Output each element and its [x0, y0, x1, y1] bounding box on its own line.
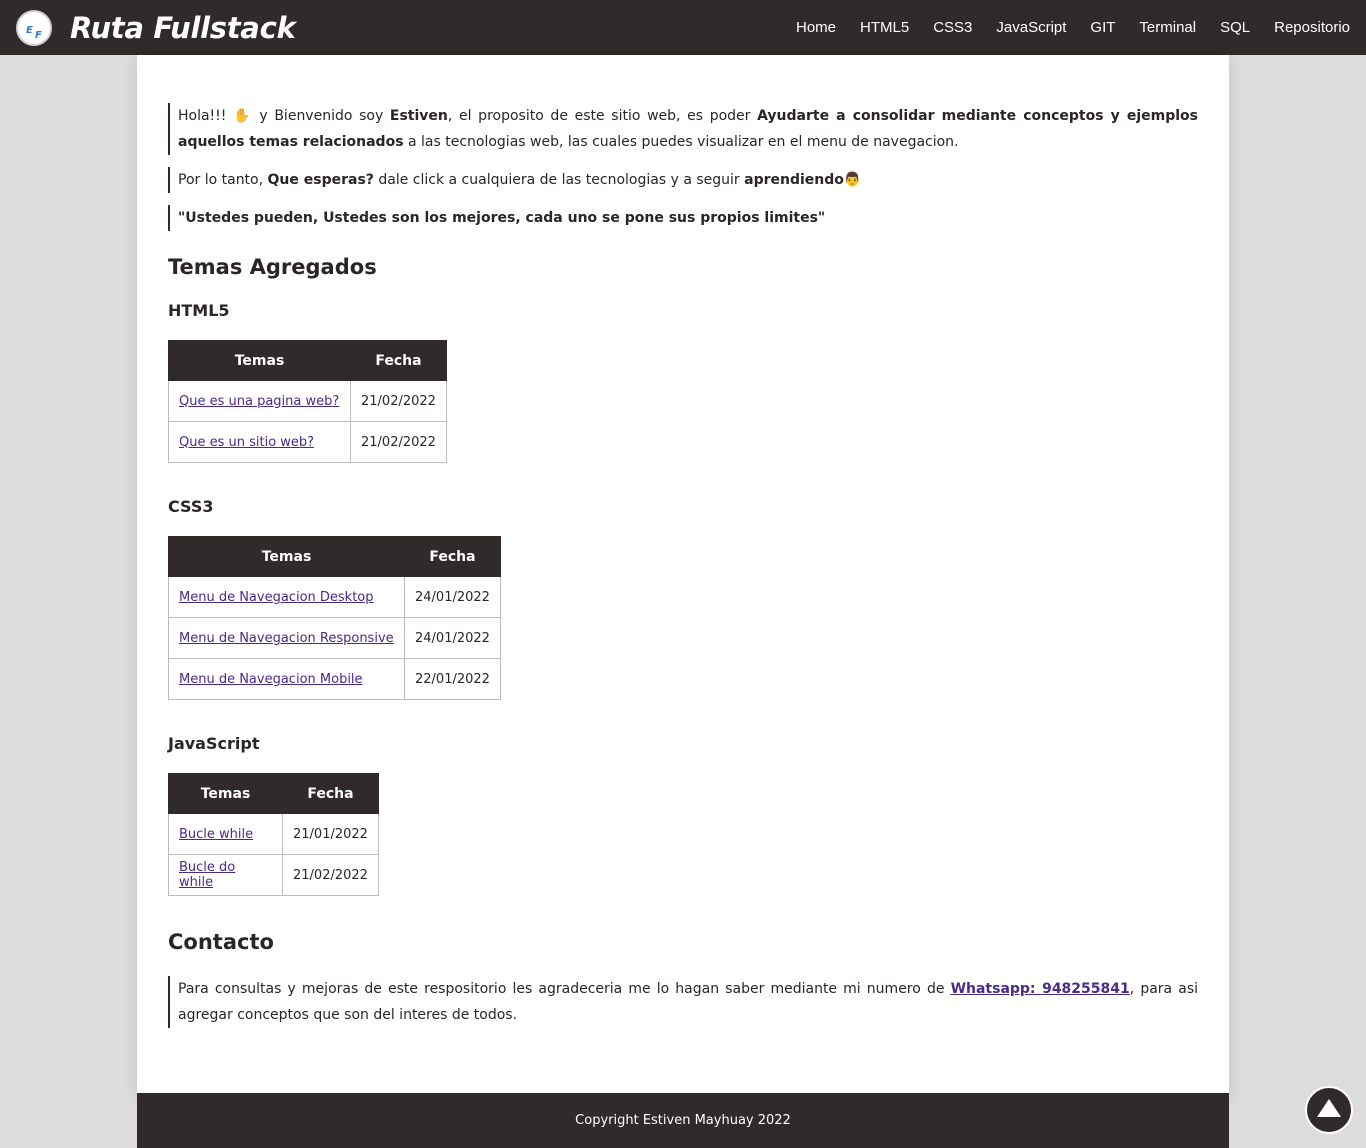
date-cell: 24/01/2022: [404, 617, 501, 659]
topic-cell: Menu de Navegacion Responsive: [168, 617, 405, 659]
main-nav: Home HTML5 CSS3 JavaScript GIT Terminal …: [772, 19, 1366, 36]
table-header-row: Temas Fecha: [168, 773, 379, 814]
whatsapp-link[interactable]: Whatsapp: 948255841: [951, 981, 1130, 997]
nav-home[interactable]: Home: [796, 19, 836, 36]
nav-terminal[interactable]: Terminal: [1139, 19, 1196, 36]
column-header-date: Fecha: [350, 340, 447, 381]
nav-css3[interactable]: CSS3: [933, 19, 972, 36]
topic-link[interactable]: Que es una pagina web?: [179, 394, 339, 409]
date-cell: 21/01/2022: [282, 813, 379, 855]
cta-highlight: Que esperas?: [267, 172, 374, 188]
cta-highlight: aprendiendo: [744, 172, 844, 188]
topic-link[interactable]: Menu de Navegacion Mobile: [179, 672, 363, 687]
date-cell: 21/02/2022: [350, 421, 447, 463]
top-navbar: E F Ruta Fullstack Home HTML5 CSS3 JavaS…: [0, 0, 1366, 55]
logo-icon[interactable]: E F: [16, 9, 52, 46]
topic-cell: Que es una pagina web?: [168, 380, 351, 422]
css3-group-title: CSS3: [168, 497, 214, 516]
author-name: Estiven: [389, 108, 448, 124]
topic-link[interactable]: Menu de Navegacion Responsive: [179, 631, 394, 646]
intro-text: Hola!!! ✋ y Bienvenido soy: [178, 108, 390, 124]
topic-link[interactable]: Que es un sitio web?: [179, 435, 314, 450]
column-header-topic: Temas: [168, 773, 283, 814]
column-header-topic: Temas: [168, 536, 405, 577]
topic-cell: Menu de Navegacion Mobile: [168, 658, 405, 700]
contact-section-title: Contacto: [168, 930, 274, 954]
topic-cell: Que es un sitio web?: [168, 421, 351, 463]
logo-letter-f: F: [35, 29, 42, 41]
table-row: Menu de Navegacion Responsive 24/01/2022: [168, 617, 501, 659]
quote-text: "Ustedes pueden, Ustedes son los mejores…: [178, 210, 826, 226]
nav-git[interactable]: GIT: [1090, 19, 1115, 36]
table-row: Que es una pagina web? 21/02/2022: [168, 380, 447, 422]
call-to-action-paragraph: Por lo tanto, Que esperas? dale click a …: [168, 167, 1198, 193]
column-header-topic: Temas: [168, 340, 351, 381]
column-header-date: Fecha: [282, 773, 379, 814]
date-cell: 24/01/2022: [404, 576, 501, 618]
scroll-to-top-button[interactable]: [1305, 1086, 1353, 1134]
nav-sql[interactable]: SQL: [1220, 19, 1250, 36]
intro-paragraph: Hola!!! ✋ y Bienvenido soy Estiven, el p…: [168, 103, 1198, 155]
javascript-topics-table: Temas Fecha Bucle while 21/01/2022 Bucle…: [168, 773, 379, 896]
table-row: Menu de Navegacion Mobile 22/01/2022: [168, 658, 501, 700]
table-row: Bucle while 21/01/2022: [168, 813, 379, 855]
cta-text: Por lo tanto,: [178, 172, 268, 188]
brand[interactable]: E F Ruta Fullstack: [0, 9, 296, 46]
nav-repositorio[interactable]: Repositorio: [1274, 19, 1350, 36]
arrow-up-icon: [1317, 1099, 1341, 1117]
date-cell: 22/01/2022: [404, 658, 501, 700]
table-row: Menu de Navegacion Desktop 24/01/2022: [168, 576, 501, 618]
table-header-row: Temas Fecha: [168, 340, 447, 381]
table-header-row: Temas Fecha: [168, 536, 501, 577]
contact-text: Para consultas y mejoras de este resposi…: [178, 981, 951, 997]
table-row: Que es un sitio web? 21/02/2022: [168, 421, 447, 463]
motivational-quote: "Ustedes pueden, Ustedes son los mejores…: [168, 205, 1198, 231]
topics-section-title: Temas Agregados: [168, 255, 377, 279]
footer: Copyright Estiven Mayhuay 2022: [137, 1093, 1229, 1148]
table-row: Bucle do while 21/02/2022: [168, 854, 379, 896]
intro-text: , el proposito de este sitio web, es pod…: [447, 108, 758, 124]
javascript-group-title: JavaScript: [168, 734, 260, 753]
cta-text: dale click a cualquiera de las tecnologi…: [373, 172, 745, 188]
contact-paragraph: Para consultas y mejoras de este resposi…: [168, 976, 1198, 1028]
date-cell: 21/02/2022: [350, 380, 447, 422]
topic-link[interactable]: Bucle do while: [179, 860, 235, 890]
topic-link[interactable]: Menu de Navegacion Desktop: [179, 590, 374, 605]
nav-javascript[interactable]: JavaScript: [996, 19, 1066, 36]
column-header-date: Fecha: [404, 536, 501, 577]
site-title[interactable]: Ruta Fullstack: [70, 11, 296, 45]
copyright-text: Copyright Estiven Mayhuay 2022: [575, 1113, 791, 1128]
man-emoji-icon: 👨: [843, 172, 862, 188]
html5-group-title: HTML5: [168, 301, 230, 320]
nav-html5[interactable]: HTML5: [860, 19, 909, 36]
date-cell: 21/02/2022: [282, 854, 379, 896]
html5-topics-table: Temas Fecha Que es una pagina web? 21/02…: [168, 340, 447, 463]
topic-cell: Menu de Navegacion Desktop: [168, 576, 405, 618]
logo-letter-e: E: [26, 24, 33, 36]
css3-topics-table: Temas Fecha Menu de Navegacion Desktop 2…: [168, 536, 501, 700]
topic-cell: Bucle while: [168, 813, 283, 855]
topic-cell: Bucle do while: [168, 854, 283, 896]
intro-text: a las tecnologias web, las cuales puedes…: [403, 134, 959, 150]
main-content: Hola!!! ✋ y Bienvenido soy Estiven, el p…: [137, 55, 1229, 1093]
topic-link[interactable]: Bucle while: [179, 827, 253, 842]
